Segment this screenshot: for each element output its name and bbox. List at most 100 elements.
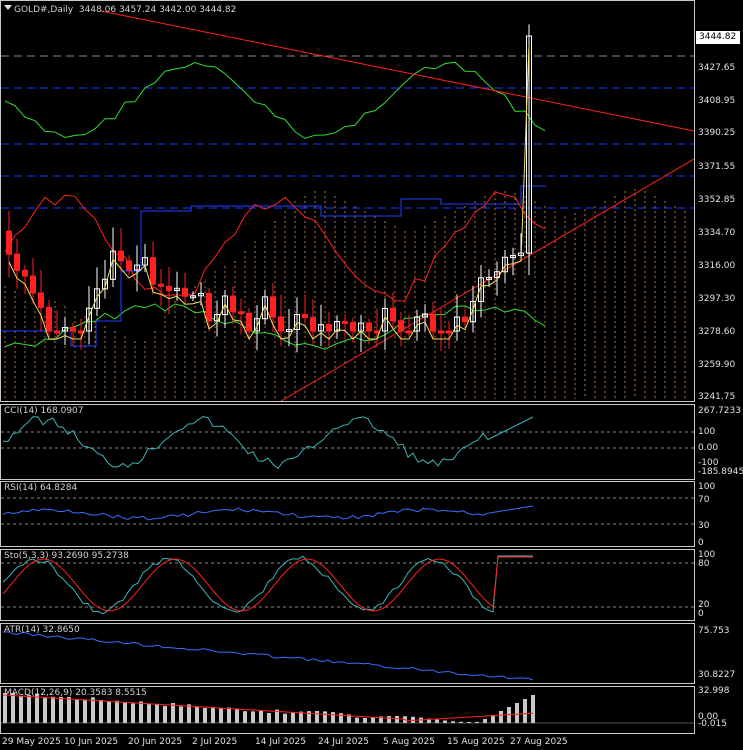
candle-body (310, 317, 316, 332)
candle-body (326, 324, 332, 332)
triangle-down-icon[interactable] (4, 5, 12, 10)
candle-body (398, 320, 404, 332)
stochastic-pane[interactable]: Sto(5,3,3) 93.2690 95.2738 (0, 549, 695, 621)
macd-histogram-bar (267, 712, 271, 723)
candle-body (390, 307, 396, 322)
atr-line-chart (2, 631, 534, 681)
bollinger-upper-band (4, 61, 546, 139)
ohlc-readout: 3448.06 3457.24 3442.00 3444.82 (78, 5, 237, 15)
macd-histogram-bar (99, 700, 103, 723)
candle-body (342, 320, 348, 324)
price-axis-label: 3259.90 (698, 360, 736, 370)
rsi-line-chart (1, 497, 694, 525)
macd-histogram-bar (259, 710, 263, 723)
rsi-pane[interactable]: RSI(14) 64.8284 (0, 481, 695, 547)
macd-histogram-bar (291, 712, 295, 723)
current-price-tag: 3444.82 (696, 31, 740, 44)
macd-histogram-bar (91, 697, 95, 723)
macd-pane[interactable]: MACD(12,26,9) 20.3583 8.5515 (0, 686, 695, 734)
macd-histogram-bar (491, 715, 495, 723)
candle-body (230, 295, 236, 313)
atr-axis-label: 30.8227 (698, 670, 736, 680)
macd-histogram-bar (235, 708, 239, 723)
macd-histogram-bar (387, 716, 391, 723)
macd-histogram-bar (531, 695, 535, 723)
candle-body (14, 253, 20, 271)
candlestick-chart[interactable] (1, 1, 694, 401)
candle-body (270, 296, 276, 318)
candle-body (238, 311, 244, 315)
atr-pane[interactable]: ATR(14) 32.8650 (0, 623, 695, 684)
candle-body (30, 275, 36, 294)
macd-histogram-bar (339, 713, 343, 723)
macd-histogram-bar (243, 711, 247, 723)
macd-histogram-bar (315, 711, 319, 723)
price-axis-label: 3371.55 (698, 162, 736, 172)
macd-histogram-bar (163, 705, 167, 723)
candle-body (438, 330, 444, 334)
macd-histogram-bar (147, 703, 151, 723)
macd-histogram-bar (323, 711, 327, 723)
macd-histogram-bar (363, 718, 367, 723)
price-axis-label: 3334.70 (698, 228, 736, 238)
macd-histogram-bar (435, 719, 439, 723)
cci-axis-label: -185.8945 (698, 467, 743, 477)
price-axis-label: 3316.00 (698, 261, 736, 271)
price-axis-label: 3297.30 (698, 294, 736, 304)
date-axis-label: 24 Jul 2025 (318, 737, 369, 747)
macd-histogram-bar (483, 719, 487, 723)
cci-pane[interactable]: CCI(14) 168.0907 (0, 404, 695, 480)
macd-histogram-bar (43, 697, 47, 723)
cci-line (2, 416, 534, 470)
rsi-axis-label: 70 (698, 495, 710, 505)
stochastic-label: Sto(5,3,3) 93.2690 95.2738 (4, 551, 129, 561)
stochastic-axis-label: 80 (698, 559, 710, 569)
macd-histogram-bar (227, 707, 231, 723)
candle-body (430, 313, 436, 332)
macd-histogram-bar (467, 721, 471, 723)
macd-histogram-bar (283, 713, 287, 723)
macd-histogram-bar (27, 695, 31, 723)
macd-histogram-bar (51, 696, 55, 723)
macd-histogram-bar (19, 695, 23, 723)
candle-body (350, 322, 356, 332)
macd-histogram-bar (59, 696, 63, 723)
candle-body (446, 330, 452, 334)
candle-body (118, 250, 124, 262)
candle-body (182, 287, 188, 297)
macd-histogram-bar (155, 704, 159, 723)
macd-histogram-bar (67, 696, 71, 723)
macd-label: MACD(12,26,9) 20.3583 8.5515 (4, 688, 147, 698)
rsi-label: RSI(14) 64.8284 (4, 483, 78, 493)
macd-histogram-bar (75, 699, 79, 723)
macd-histogram-bar (475, 721, 479, 723)
macd-histogram-bar (123, 702, 127, 723)
candle-body (46, 306, 52, 332)
candle-body (158, 283, 164, 287)
cci-axis-label: 0.00 (698, 443, 719, 453)
macd-histogram-bar (371, 717, 375, 723)
candle-body (462, 316, 468, 323)
macd-histogram-bar (443, 720, 447, 723)
rsi-line (2, 505, 534, 521)
macd-histogram-bar (195, 706, 199, 723)
date-axis-label: 10 Jun 2025 (64, 737, 119, 747)
price-axis-label: 3427.65 (698, 63, 736, 73)
cci-label: CCI(14) 168.0907 (4, 406, 84, 416)
candle-body (366, 322, 372, 332)
date-axis-label: 14 Jul 2025 (255, 737, 306, 747)
candle-body (278, 316, 284, 332)
candle-body (22, 269, 28, 277)
candle-body (302, 314, 308, 319)
macd-histogram-bar (395, 716, 399, 723)
macd-histogram-bar (523, 699, 527, 723)
date-axis-label: 29 May 2025 (2, 737, 61, 747)
macd-histogram-bar (331, 712, 335, 723)
main-price-pane[interactable]: GOLD#,Daily 3448.06 3457.24 3442.00 3444… (0, 0, 695, 402)
price-axis-label: 3390.25 (698, 128, 736, 138)
date-axis-label: 27 Aug 2025 (510, 737, 568, 747)
cci-axis-label: 267.7233 (698, 406, 741, 416)
macd-histogram-bar (459, 721, 463, 723)
macd-histogram-bar (451, 721, 455, 723)
candle-body (206, 292, 212, 322)
